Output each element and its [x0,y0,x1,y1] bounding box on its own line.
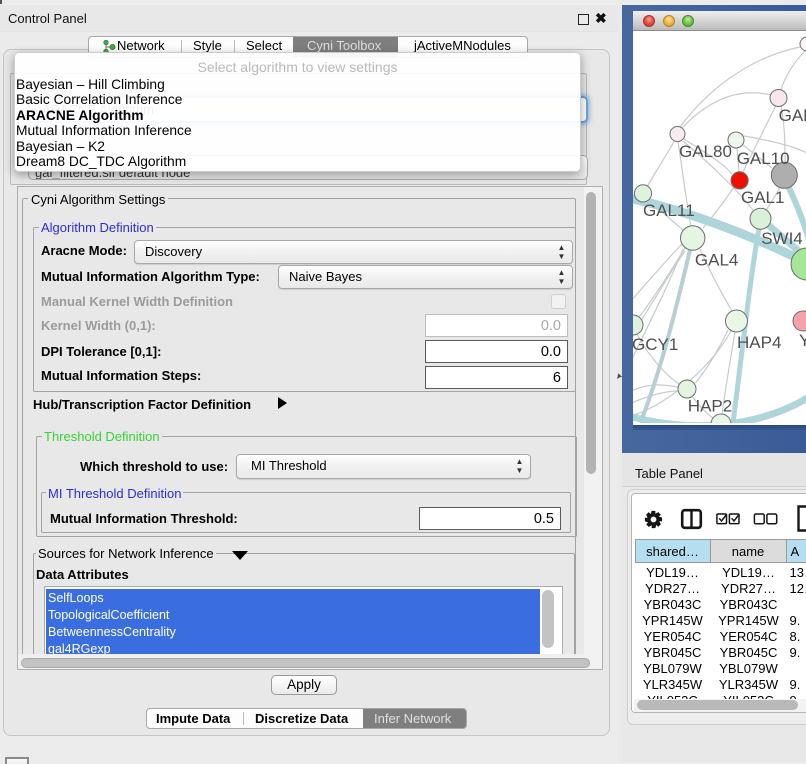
svg-text:GAL1: GAL1 [741,188,784,207]
svg-text:GAL11: GAL11 [643,201,695,220]
svg-text:HAP4: HAP4 [737,333,781,352]
svg-text:GAL: GAL [779,106,806,125]
svg-text:HAP2: HAP2 [688,397,732,416]
svg-text:GAL10: GAL10 [737,149,790,168]
svg-text:GCY1: GCY1 [633,335,678,354]
svg-text:Y: Y [799,331,806,350]
svg-text:GAL4: GAL4 [695,251,738,270]
svg-text:SWI4: SWI4 [761,229,803,248]
svg-text:GAL80: GAL80 [679,142,732,161]
